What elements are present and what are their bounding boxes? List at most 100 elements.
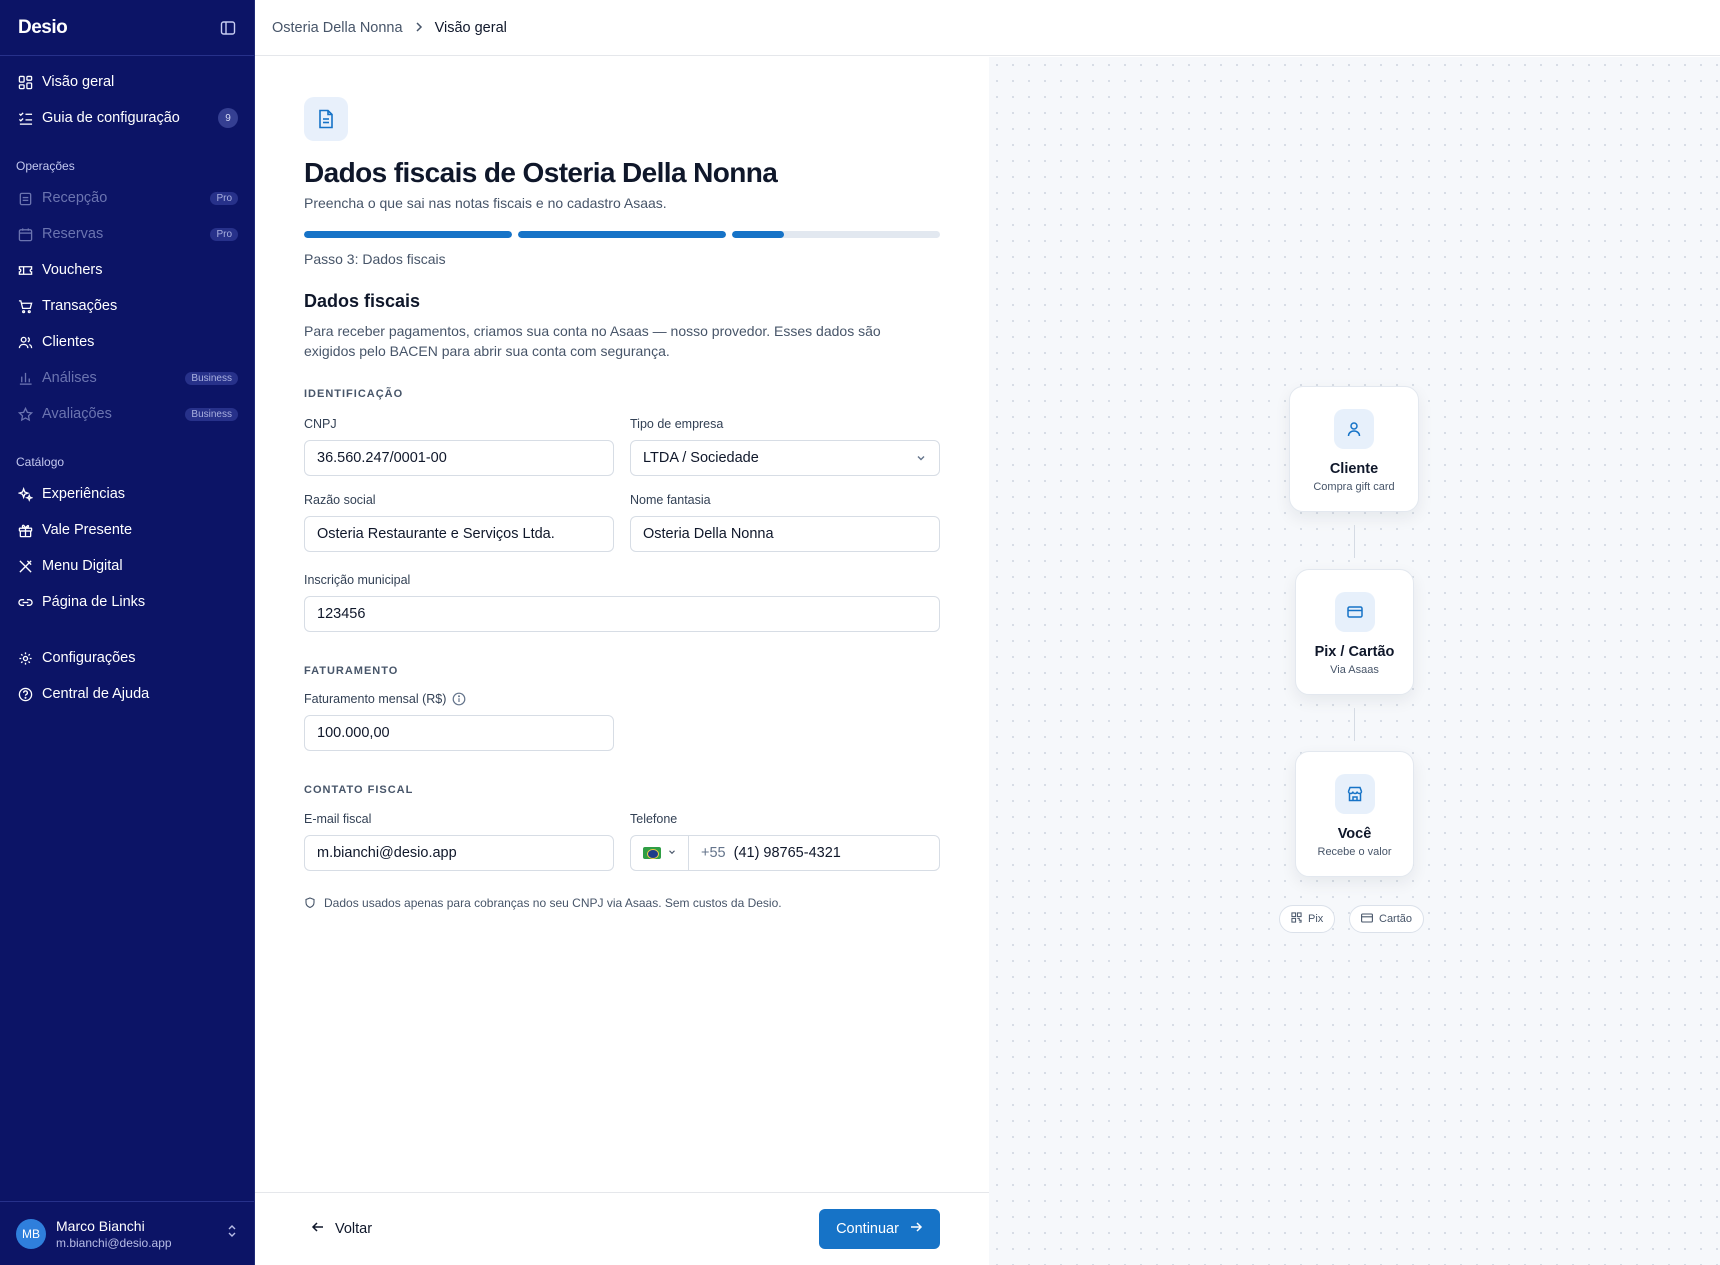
info-icon[interactable] <box>452 692 466 706</box>
shield-icon <box>304 897 316 909</box>
sidebar-item-recepcao[interactable]: Recepção Pro <box>0 180 254 216</box>
app-logo[interactable]: Desio <box>18 17 68 39</box>
credit-card-icon <box>1334 592 1375 632</box>
inscricao-municipal-input[interactable]: 123456 <box>304 596 940 632</box>
faturamento-field: Faturamento mensal (R$) 100.000,00 <box>304 691 614 751</box>
nome-fantasia-input[interactable]: Osteria Della Nonna <box>630 516 940 552</box>
gear-icon <box>16 649 34 667</box>
form-row: Inscrição municipal 123456 <box>304 572 940 632</box>
arrow-right-icon <box>909 1220 923 1238</box>
faturamento-label-text: Faturamento mensal (R$) <box>304 692 447 706</box>
sidebar-nav: Visão geral Guia de configuração 9 Opera… <box>0 56 254 720</box>
sidebar-item-vouchers[interactable]: Vouchers <box>0 252 254 288</box>
dashboard-icon <box>16 73 34 91</box>
checklist-icon <box>16 109 34 127</box>
flow-card-title: Pix / Cartão <box>1314 644 1395 660</box>
razao-social-field: Razão social Osteria Restaurante e Servi… <box>304 492 614 552</box>
sidebar-item-label: Experiências <box>42 486 126 502</box>
sidebar-item-label: Avaliações <box>42 406 112 422</box>
sparkles-icon <box>16 485 34 503</box>
section-title: Dados fiscais <box>304 291 421 311</box>
sidebar-item-label: Reservas <box>42 226 104 242</box>
sidebar-item-experiencias[interactable]: Experiências <box>0 476 254 512</box>
sidebar-item-reservas[interactable]: Reservas Pro <box>0 216 254 252</box>
progress-bar <box>304 231 940 238</box>
utensils-icon <box>16 557 34 575</box>
flow-connector <box>1354 525 1355 558</box>
sidebar-item-analises[interactable]: Análises Business <box>0 360 254 396</box>
document-icon <box>304 97 348 141</box>
plan-badge: Pro <box>210 191 238 205</box>
sidebar-item-configuracoes[interactable]: Configurações <box>0 640 254 676</box>
sidebar-item-pagina-links[interactable]: Página de Links <box>0 584 254 620</box>
group-title-identificacao: IDENTIFICAÇÃO <box>304 388 404 400</box>
chevron-down-icon <box>915 452 927 468</box>
qr-code-icon <box>1291 912 1302 926</box>
sidebar-item-guia[interactable]: Guia de configuração 9 <box>0 100 254 136</box>
continue-button-label: Continuar <box>836 1221 899 1237</box>
user-info: Marco Bianchi m.bianchi@desio.app <box>56 1218 226 1250</box>
store-icon <box>1334 774 1375 814</box>
payment-flow-panel: Cliente Compra gift card Pix / Cartão Vi… <box>989 57 1720 1265</box>
telefone-field: Telefone +55 (41) 98765-4321 <box>630 811 940 871</box>
tipo-empresa-value: LTDA / Sociedade <box>643 450 759 466</box>
sidebar-item-label: Clientes <box>42 334 95 350</box>
country-select[interactable] <box>631 836 689 870</box>
flow-card-subtitle: Compra gift card <box>1313 481 1395 493</box>
form-row: E-mail fiscal m.bianchi@desio.app Telefo… <box>304 811 940 871</box>
sidebar-item-label: Guia de configuração <box>42 110 180 126</box>
telefone-label: Telefone <box>630 812 678 826</box>
razao-social-label: Razão social <box>304 493 376 507</box>
cnpj-field: CNPJ 36.560.247/0001-00 <box>304 416 614 476</box>
chevron-up-down-icon <box>226 1224 238 1243</box>
sidebar-item-clientes[interactable]: Clientes <box>0 324 254 360</box>
sidebar-item-vale-presente[interactable]: Vale Presente <box>0 512 254 548</box>
back-button-label: Voltar <box>335 1221 373 1237</box>
chevron-down-icon <box>667 845 677 861</box>
user-name: Marco Bianchi <box>56 1217 145 1234</box>
sidebar-item-avaliacoes[interactable]: Avaliações Business <box>0 396 254 432</box>
clipboard-icon <box>16 189 34 207</box>
telefone-input[interactable]: +55 (41) 98765-4321 <box>689 845 841 861</box>
back-button[interactable]: Voltar <box>311 1220 372 1238</box>
email-fiscal-input[interactable]: m.bianchi@desio.app <box>304 835 614 871</box>
form-row: Razão social Osteria Restaurante e Servi… <box>304 492 940 552</box>
sidebar-item-label: Configurações <box>42 650 136 666</box>
sidebar-item-menu-digital[interactable]: Menu Digital <box>0 548 254 584</box>
section-description: Para receber pagamentos, criamos sua con… <box>304 323 881 359</box>
payment-flow-diagram: Cliente Compra gift card Pix / Cartão Vi… <box>989 57 1720 1265</box>
breadcrumb-item-current: Visão geral <box>434 19 507 36</box>
sidebar-item-label: Análises <box>42 370 97 386</box>
progress-fill <box>304 231 512 238</box>
sidebar-item-transacoes[interactable]: Transações <box>0 288 254 324</box>
flow-card-subtitle: Recebe o valor <box>1317 846 1392 858</box>
form-row: Faturamento mensal (R$) 100.000,00 <box>304 691 940 751</box>
user-menu[interactable]: MB Marco Bianchi m.bianchi@desio.app <box>0 1201 254 1265</box>
breadcrumb-item-venue[interactable]: Osteria Della Nonna <box>272 20 403 36</box>
sidebar-toggle-icon[interactable] <box>218 18 238 38</box>
sidebar-item-visao-geral[interactable]: Visão geral <box>0 64 254 100</box>
sidebar-item-label: Página de Links <box>42 594 146 610</box>
chip-label: Cartão <box>1379 913 1413 925</box>
progress-step-2 <box>518 231 726 238</box>
faturamento-input[interactable]: 100.000,00 <box>304 715 614 751</box>
continue-button[interactable]: Continuar <box>819 1209 940 1249</box>
step-label: Passo 3: Dados fiscais <box>304 251 446 267</box>
main-form-panel: Dados fiscais de Osteria Della Nonna Pre… <box>255 57 989 1265</box>
tipo-empresa-select[interactable]: LTDA / Sociedade <box>630 440 940 476</box>
plan-badge: Business <box>185 407 238 421</box>
privacy-note: Dados usados apenas para cobranças no se… <box>304 896 940 910</box>
sidebar: Desio Visão geral Guia de configuração 9… <box>0 0 255 1265</box>
card-icon <box>1361 912 1373 926</box>
help-icon <box>16 685 34 703</box>
sidebar-header: Desio <box>0 0 254 56</box>
sidebar-item-central-ajuda[interactable]: Central de Ajuda <box>0 676 254 712</box>
tipo-empresa-label: Tipo de empresa <box>630 417 724 431</box>
link-icon <box>16 593 34 611</box>
flow-card-title: Cliente <box>1329 461 1379 477</box>
progress-fill <box>518 231 726 238</box>
star-icon <box>16 405 34 423</box>
razao-social-input[interactable]: Osteria Restaurante e Serviços Ltda. <box>304 516 614 552</box>
cnpj-input[interactable]: 36.560.247/0001-00 <box>304 440 614 476</box>
flow-card-subtitle: Via Asaas <box>1330 664 1379 676</box>
